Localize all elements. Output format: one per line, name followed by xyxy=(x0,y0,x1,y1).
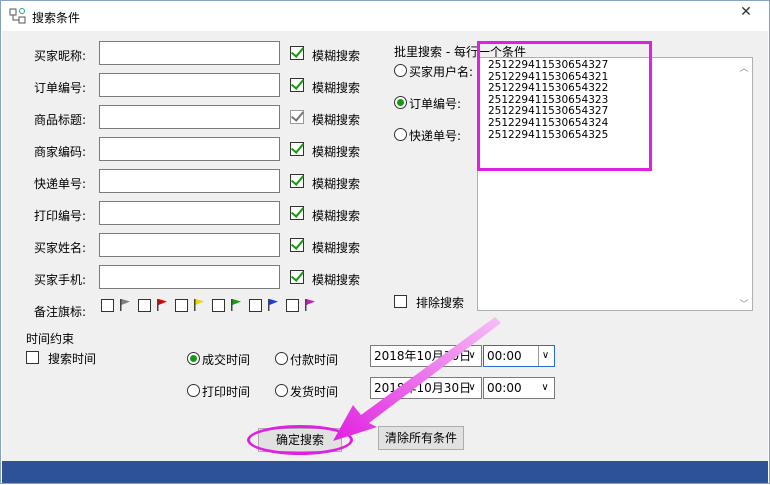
search-time-checkbox[interactable] xyxy=(26,351,39,364)
app-icon xyxy=(9,8,26,24)
field-input[interactable] xyxy=(99,41,280,65)
scroll-down-icon[interactable]: ﹀ xyxy=(737,297,751,310)
flag-checkbox[interactable] xyxy=(138,299,151,312)
window-title: 搜索条件 xyxy=(32,11,81,25)
fuzzy-checkbox[interactable] xyxy=(290,238,304,252)
flag-icon xyxy=(120,299,130,311)
highlight-ellipse xyxy=(247,425,353,455)
radio-order-number[interactable] xyxy=(394,96,407,109)
flag-checkbox[interactable] xyxy=(175,299,188,312)
fuzzy-checkbox[interactable] xyxy=(290,206,304,220)
radio-pay-time-label: 付款时间 xyxy=(290,353,339,367)
clear-all-button[interactable]: 清除所有条件 xyxy=(378,426,464,450)
date-start-value: 2018年10月30日 xyxy=(374,349,472,363)
flag-checkbox[interactable] xyxy=(249,299,262,312)
field-input[interactable] xyxy=(99,201,280,225)
radio-pay-time[interactable] xyxy=(275,352,288,365)
close-button[interactable]: ✕ xyxy=(723,1,769,23)
radio-tracking-number-label: 快递单号: xyxy=(409,129,462,143)
exclude-checkbox[interactable] xyxy=(394,295,407,308)
search-time-label: 搜索时间 xyxy=(48,352,97,366)
flag-checkbox[interactable] xyxy=(101,299,114,312)
radio-buyer-username[interactable] xyxy=(394,64,407,77)
time-end-value: 00:00 xyxy=(487,381,522,395)
fuzzy-checkbox[interactable] xyxy=(290,78,304,92)
fuzzy-label: 模糊搜索 xyxy=(312,49,361,63)
field-input[interactable] xyxy=(99,265,280,289)
flag-label: 备注旗标: xyxy=(34,305,87,319)
field-label: 打印编号: xyxy=(34,209,87,223)
field-label: 订单编号: xyxy=(34,81,87,95)
highlight-box xyxy=(477,41,652,171)
fuzzy-label: 模糊搜索 xyxy=(312,113,361,127)
fuzzy-checkbox[interactable] xyxy=(290,270,304,284)
fuzzy-checkbox[interactable] xyxy=(290,110,304,124)
date-picker-end[interactable]: 2018年10月30日 ∨ xyxy=(370,377,482,399)
flag-icon xyxy=(157,299,167,311)
radio-print-time-label: 打印时间 xyxy=(202,385,251,399)
chevron-down-icon[interactable]: ∨ xyxy=(465,346,479,366)
date-end-value: 2018年10月30日 xyxy=(374,381,472,395)
radio-ship-time-label: 发货时间 xyxy=(290,385,339,399)
field-label: 买家姓名: xyxy=(34,241,87,255)
radio-order-number-label: 订单编号: xyxy=(409,97,462,111)
radio-deal-time-label: 成交时间 xyxy=(202,353,251,367)
flag-icon xyxy=(268,299,278,311)
field-label: 买家手机: xyxy=(34,273,87,287)
radio-buyer-username-label: 买家用户名: xyxy=(409,65,474,79)
date-picker-start[interactable]: 2018年10月30日 ∨ xyxy=(370,345,482,367)
flag-icon xyxy=(231,299,241,311)
fuzzy-checkbox[interactable] xyxy=(290,46,304,60)
scroll-up-icon[interactable]: ︿ xyxy=(737,61,751,74)
radio-tracking-number[interactable] xyxy=(394,128,407,141)
field-label: 商家编码: xyxy=(34,145,87,159)
fuzzy-label: 模糊搜索 xyxy=(312,81,361,95)
time-start-value: 00:00 xyxy=(487,349,522,363)
fuzzy-label: 模糊搜索 xyxy=(312,209,361,223)
fuzzy-label: 模糊搜索 xyxy=(312,241,361,255)
flag-checkbox[interactable] xyxy=(212,299,225,312)
fuzzy-label: 模糊搜索 xyxy=(312,273,361,287)
title-bar: 搜索条件 ✕ xyxy=(1,1,769,31)
field-input[interactable] xyxy=(99,137,280,161)
radio-ship-time[interactable] xyxy=(275,384,288,397)
exclude-label: 排除搜索 xyxy=(416,296,465,310)
field-input[interactable] xyxy=(99,73,280,97)
fuzzy-checkbox[interactable] xyxy=(290,142,304,156)
flag-icon xyxy=(194,299,204,311)
time-section-title: 时间约束 xyxy=(26,332,75,346)
field-input[interactable] xyxy=(99,105,280,129)
field-label: 买家昵称: xyxy=(34,49,87,63)
flag-icon xyxy=(305,299,315,311)
flag-checkbox[interactable] xyxy=(286,299,299,312)
field-label: 商品标题: xyxy=(34,113,87,127)
field-label: 快递单号: xyxy=(34,177,87,191)
radio-deal-time[interactable] xyxy=(187,352,200,365)
radio-print-time[interactable] xyxy=(187,384,200,397)
fuzzy-label: 模糊搜索 xyxy=(312,177,361,191)
chevron-down-icon[interactable]: ∨ xyxy=(538,378,552,398)
chevron-down-icon[interactable]: ∨ xyxy=(465,378,479,398)
fuzzy-label: 模糊搜索 xyxy=(312,145,361,159)
time-picker-end[interactable]: 00:00 ∨ xyxy=(483,377,555,399)
chevron-down-icon[interactable]: ∨ xyxy=(538,346,552,366)
time-picker-start[interactable]: 00:00 ∨ xyxy=(483,345,555,367)
fuzzy-checkbox[interactable] xyxy=(290,174,304,188)
search-dialog: 搜索条件 ✕ 买家昵称: 模糊搜索 订单编号: 模糊搜索 商品标题: 模糊搜索 商家编码: 模… xyxy=(0,0,770,484)
status-bar xyxy=(2,461,768,483)
field-input[interactable] xyxy=(99,169,280,193)
field-input[interactable] xyxy=(99,233,280,257)
